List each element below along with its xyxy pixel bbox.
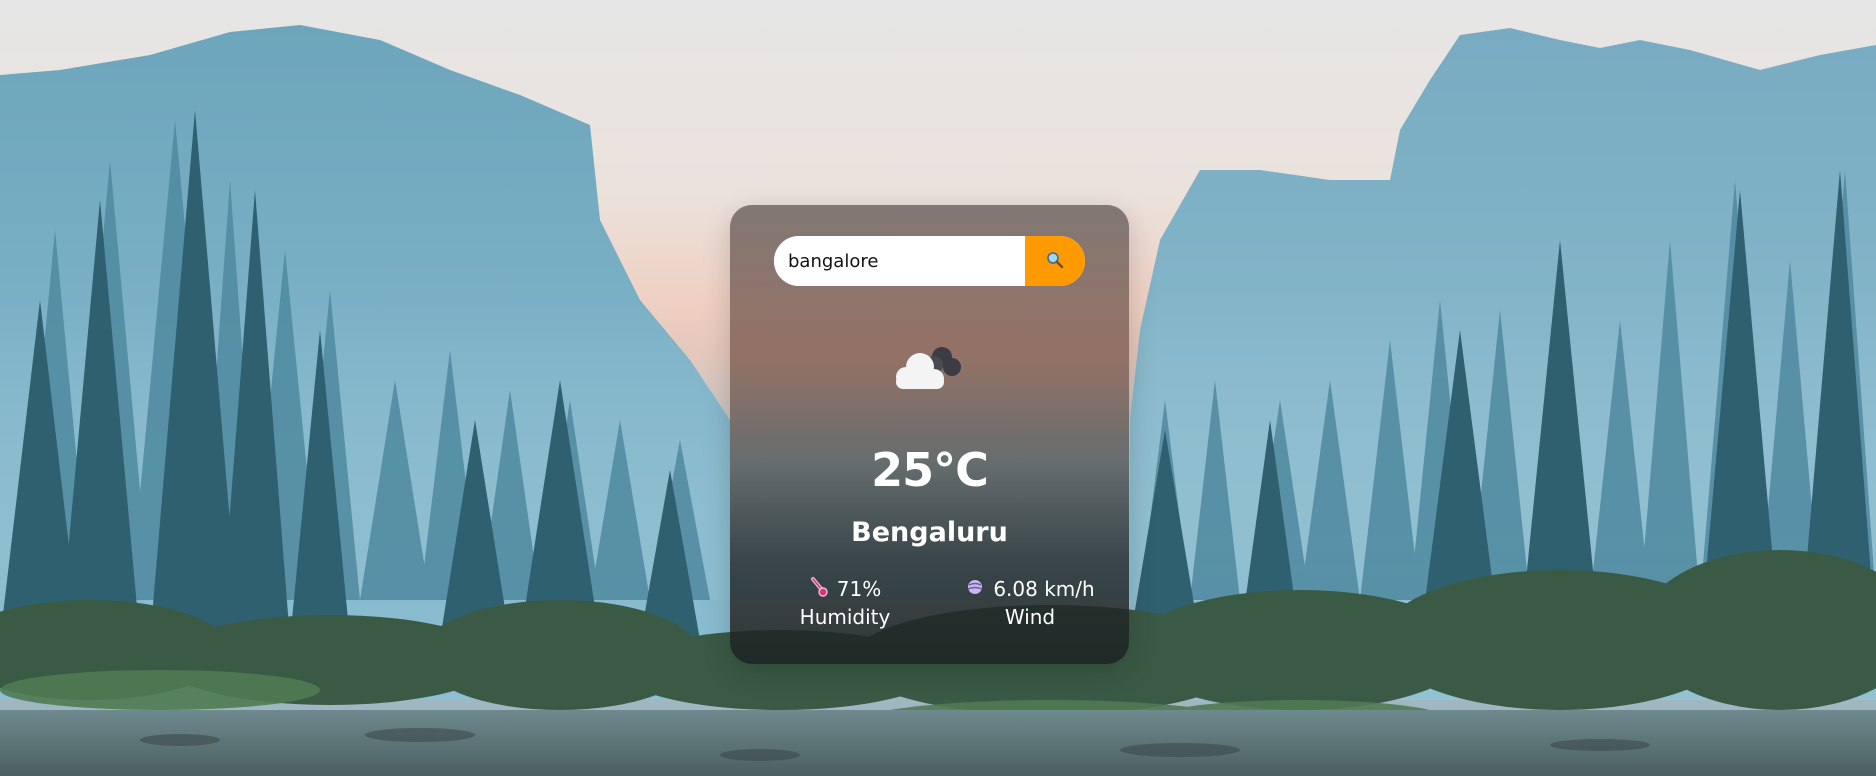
wind-icon (965, 577, 985, 602)
wind-row: 6.08 km/h (930, 575, 1130, 603)
humidity-value: 71% (836, 577, 882, 601)
cloud-icon (890, 343, 966, 395)
city-name: Bengaluru (851, 517, 1008, 548)
weather-details: 71% Humidity 6.08 km/h Wind (730, 575, 1129, 635)
search-icon (1046, 251, 1064, 272)
humidity-label: Humidity (799, 605, 891, 629)
search-button[interactable] (1025, 236, 1085, 286)
weather-card: 25°C Bengaluru 71% Humidity (730, 205, 1129, 664)
search-bar (774, 236, 1085, 286)
wind-detail: 6.08 km/h Wind (930, 575, 1130, 629)
search-input[interactable] (774, 236, 1025, 286)
humidity-row: 71% (785, 575, 905, 603)
wind-label: Wind (1004, 605, 1056, 629)
temperature-value: 25°C (871, 443, 989, 497)
humidity-detail: 71% Humidity (785, 575, 905, 629)
wind-value: 6.08 km/h (993, 577, 1095, 601)
thermometer-icon (809, 576, 829, 603)
